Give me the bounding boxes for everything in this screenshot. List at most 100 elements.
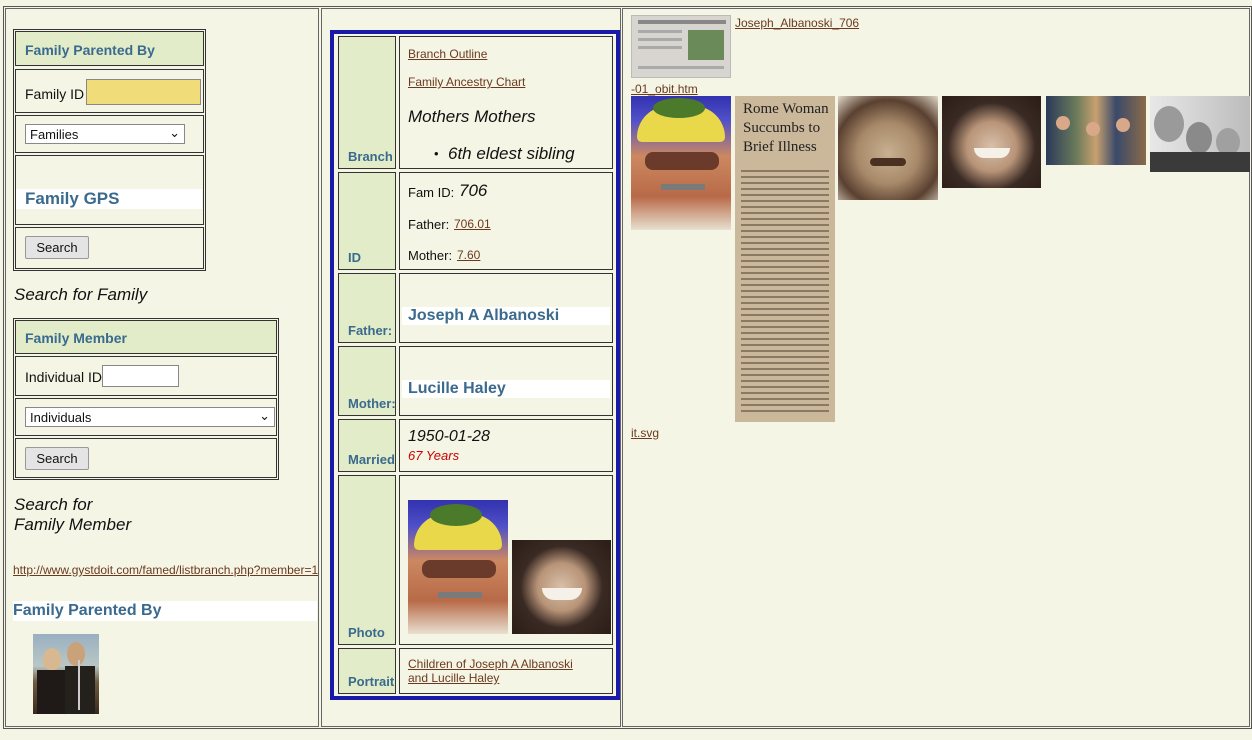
child-face-icon xyxy=(1154,106,1184,142)
branch-label: Branch xyxy=(348,149,393,164)
gallery-mother-photo-1[interactable] xyxy=(838,96,938,200)
person-icon xyxy=(1086,122,1100,136)
branch-value-cell: Branch Outline Family Ancestry Chart Mot… xyxy=(399,36,613,169)
search-member-button[interactable]: Search xyxy=(25,447,89,470)
gallery-group-photo[interactable] xyxy=(1046,96,1146,165)
chevron-down-icon: ⌄ xyxy=(259,408,270,423)
thumbnail-body-left xyxy=(37,670,65,714)
sunglasses-icon xyxy=(422,560,496,578)
chevron-down-icon: ⌄ xyxy=(169,125,180,140)
obit-page-thumbnail[interactable] xyxy=(631,15,731,78)
thumbnail-face-right xyxy=(67,642,85,666)
married-label: Married xyxy=(348,452,395,467)
sibling-note: 6th eldest sibling xyxy=(448,144,575,163)
families-select-row: Families ⌄ xyxy=(15,115,204,153)
person-icon xyxy=(1056,116,1070,130)
married-years: 67 Years xyxy=(408,448,460,463)
photo-value-cell xyxy=(399,475,613,645)
father-id-label: Father: xyxy=(408,217,450,232)
mustache-icon xyxy=(438,592,482,598)
mustache-icon xyxy=(661,184,705,190)
thumbnail-face-left xyxy=(43,648,61,670)
search-for-member-caption-line1: Search for xyxy=(14,495,93,514)
family-parented-by-title: Family Parented By xyxy=(13,602,162,619)
fish-icon xyxy=(430,504,482,526)
married-value-cell: 1950-01-28 67 Years xyxy=(399,419,613,472)
individual-id-row: Individual ID xyxy=(15,356,277,396)
family-id-label: Family ID xyxy=(25,86,85,102)
smile-icon xyxy=(974,148,1010,158)
parents-thumbnail[interactable] xyxy=(33,634,99,714)
svg-link[interactable]: it.svg xyxy=(631,426,659,440)
father-value-cell: Joseph A Albanoski xyxy=(399,273,613,343)
thumbnail-photo-block xyxy=(688,30,724,60)
father-photo[interactable] xyxy=(408,500,508,634)
thumbnail-header-line xyxy=(638,20,726,24)
person-icon xyxy=(1116,118,1130,132)
family-gps-row: Family GPS xyxy=(15,155,204,225)
father-label: Father: xyxy=(348,323,393,338)
mother-id-link[interactable]: 7.60 xyxy=(457,248,480,262)
search-for-member-caption-line2: Family Member xyxy=(14,515,132,534)
thumbnail-body-right xyxy=(65,666,95,714)
thumbnail-text-line xyxy=(638,38,682,41)
individuals-select[interactable]: Individuals ⌄ xyxy=(25,407,275,427)
search-for-family-caption: Search for Family xyxy=(14,285,148,304)
fish-icon xyxy=(653,98,705,118)
children-link-line2[interactable]: and Lucille Haley xyxy=(408,671,499,685)
family-id-row: Family ID xyxy=(15,69,204,113)
pitchfork-icon xyxy=(78,660,80,710)
branch-label-cell: Branch xyxy=(338,36,396,169)
individuals-select-row: Individuals ⌄ xyxy=(15,398,277,436)
family-detail-table: Branch Branch Outline Family Ancestry Ch… xyxy=(330,30,620,700)
clothing-band xyxy=(1150,152,1250,172)
children-link-line1[interactable]: Children of Joseph A Albanoski xyxy=(408,657,573,671)
id-label: ID xyxy=(348,250,361,265)
thumbnail-text-line xyxy=(638,46,682,49)
family-gps-title: Family GPS xyxy=(25,189,120,208)
mother-value-cell: Lucille Haley xyxy=(399,346,613,416)
fam-id-value: 706 xyxy=(459,181,488,200)
smile-icon xyxy=(542,588,582,600)
father-id-link[interactable]: 706.01 xyxy=(454,217,491,231)
id-value-cell: Fam ID: 706 Father: 706.01 Mother: 7.60 xyxy=(399,172,613,270)
portrait-label-cell: Portrait xyxy=(338,648,396,694)
family-parented-by-header: Family Parented By xyxy=(15,31,204,66)
newspaper-obituary-clipping[interactable]: Rome Woman Succumbs to Brief Illness xyxy=(735,96,835,422)
newspaper-body-text xyxy=(741,166,829,416)
families-select[interactable]: Families ⌄ xyxy=(25,124,185,144)
branch-title: Mothers Mothers xyxy=(408,107,536,126)
gallery-mother-photo-2[interactable] xyxy=(942,96,1041,188)
photo-label-cell: Photo xyxy=(338,475,396,645)
gallery-children-photo[interactable] xyxy=(1150,96,1250,172)
portrait-value-cell: Children of Joseph A Albanoski and Lucil… xyxy=(399,648,613,694)
families-select-value: Families xyxy=(30,127,79,142)
fam-id-label: Fam ID: xyxy=(408,185,455,200)
married-label-cell: Married xyxy=(338,419,396,472)
search-family-button[interactable]: Search xyxy=(25,236,89,259)
mother-photo[interactable] xyxy=(512,540,611,634)
branch-outline-link[interactable]: Branch Outline xyxy=(408,47,487,61)
member-search-button-row: Search xyxy=(15,438,277,478)
mother-label-cell: Mother: xyxy=(338,346,396,416)
branch-url-link[interactable]: http://www.gystdoit.com/famed/listbranch… xyxy=(13,563,318,577)
thumbnail-text-line xyxy=(638,66,724,69)
individual-id-input[interactable] xyxy=(102,365,179,387)
joseph-albanoski-link[interactable]: Joseph_Albanoski_706 xyxy=(735,16,859,30)
mother-id-label: Mother: xyxy=(408,248,453,263)
newspaper-headline: Rome Woman Succumbs to Brief Illness xyxy=(743,101,829,155)
gallery-father-photo[interactable] xyxy=(631,96,731,230)
mouth-icon xyxy=(870,158,906,166)
portrait-label: Portrait xyxy=(348,674,395,689)
individual-id-label: Individual ID xyxy=(25,369,103,385)
individuals-select-value: Individuals xyxy=(30,410,92,425)
obit-link[interactable]: -01_obit.htm xyxy=(631,82,698,96)
family-ancestry-chart-link[interactable]: Family Ancestry Chart xyxy=(408,75,525,89)
photo-label: Photo xyxy=(348,625,385,640)
sunglasses-icon xyxy=(645,152,719,170)
family-parented-by-header-text: Family Parented By xyxy=(25,42,155,58)
family-id-input[interactable] xyxy=(86,79,201,105)
child-face-icon xyxy=(1186,122,1212,154)
family-member-header-text: Family Member xyxy=(25,330,127,346)
father-label-cell: Father: xyxy=(338,273,396,343)
